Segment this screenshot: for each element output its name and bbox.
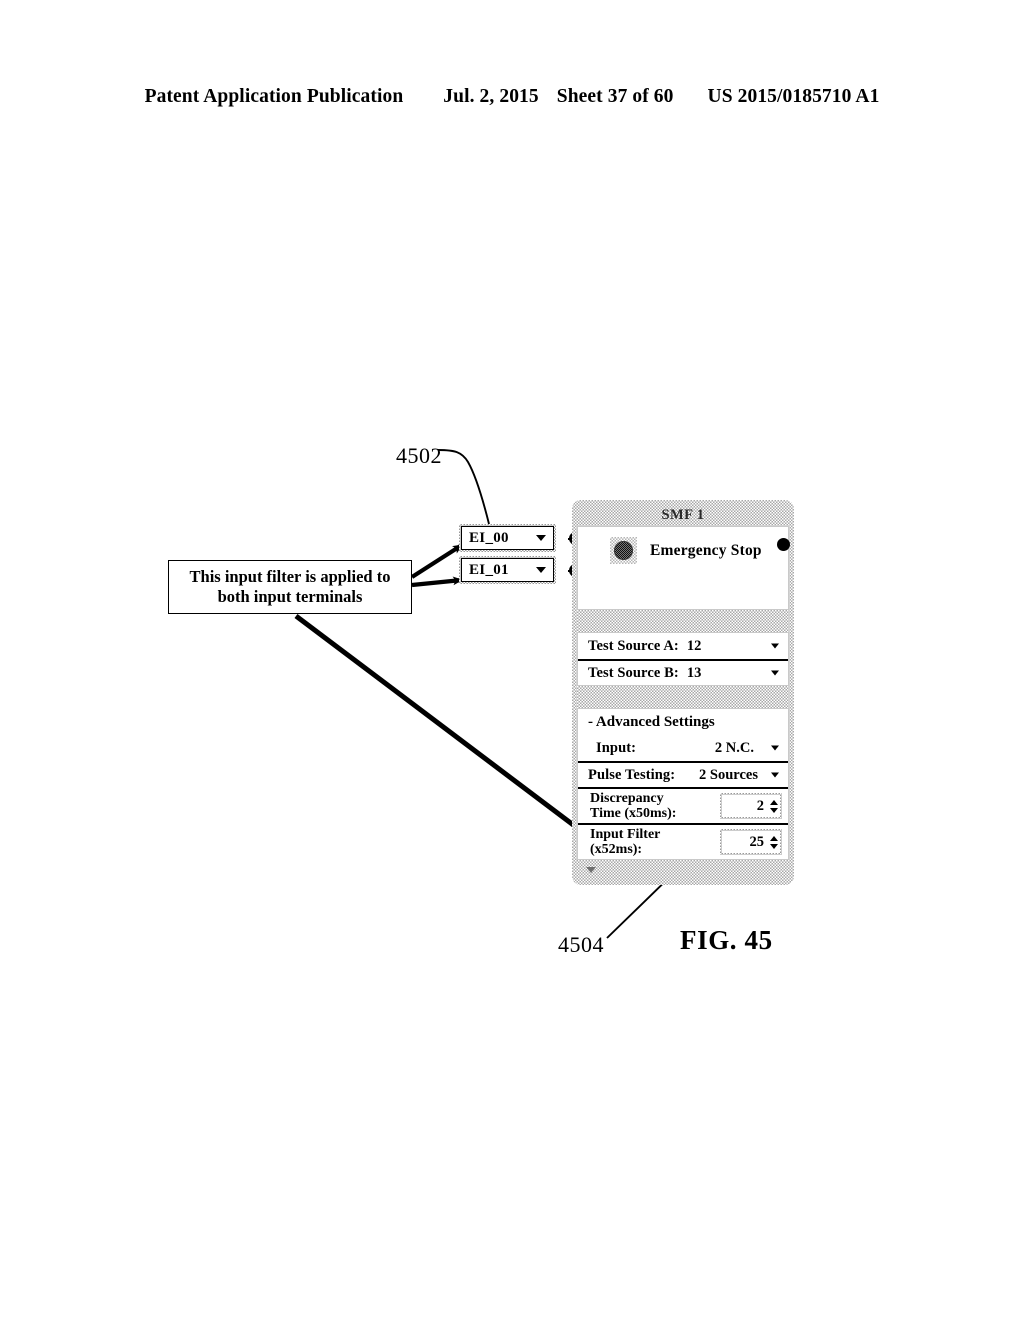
input-terminal-group: EI_00 EI_01	[459, 524, 556, 588]
terminal-label-ei01: EI_01	[469, 561, 509, 578]
discrepancy-time-label: Discrepancy Time (x50ms):	[590, 791, 677, 821]
test-source-b-label: Test Source B:	[588, 664, 679, 681]
chevron-down-icon[interactable]	[771, 772, 779, 778]
spinner-arrows[interactable]	[767, 795, 780, 817]
collapse-chevron-icon[interactable]	[586, 867, 596, 873]
test-source-a-value: 12	[686, 637, 702, 654]
terminal-label-ei00: EI_00	[469, 529, 509, 546]
input-label: Input:	[596, 739, 637, 756]
pulse-testing-value: 2 Sources	[699, 766, 758, 783]
chevron-down-icon[interactable]	[536, 535, 546, 541]
chevron-down-icon[interactable]	[771, 643, 779, 649]
figure-45: 4502 4504 FIG. 45 This input filter is a…	[0, 0, 1024, 1320]
pulse-testing-label: Pulse Testing:	[588, 766, 676, 783]
callout-line-2: both input terminals	[217, 587, 363, 606]
connection-dot-output[interactable]	[777, 538, 790, 551]
input-value: 2 N.C.	[714, 739, 754, 756]
function-block-body: Emergency Stop	[577, 526, 789, 610]
callout-note: This input filter is applied to both inp…	[168, 560, 412, 614]
discrepancy-time-stepper[interactable]: 2	[720, 793, 782, 819]
input-filter-value: 25	[749, 833, 765, 850]
figure-label: FIG. 45	[680, 925, 773, 955]
terminal-dropdown-ei01[interactable]: EI_01	[459, 556, 556, 584]
row-test-source-b[interactable]: Test Source B: 13	[578, 659, 788, 685]
leader-4502	[437, 449, 490, 525]
emergency-stop-label: Emergency Stop	[650, 542, 762, 559]
input-filter-label: Input Filter (x52ms):	[590, 827, 661, 857]
row-test-source-a[interactable]: Test Source A: 12	[578, 633, 788, 659]
spinner-arrows[interactable]	[767, 831, 780, 853]
arrow-callout-to-input-filter	[294, 614, 586, 835]
panel-title: SMF 1	[661, 507, 705, 523]
input-filter-stepper[interactable]: 25	[720, 829, 782, 855]
chevron-down-icon[interactable]	[536, 567, 546, 573]
arrow-callout-to-ei01	[411, 576, 463, 588]
emergency-stop-row[interactable]: Emergency Stop	[578, 527, 788, 609]
test-source-b-value: 13	[686, 664, 702, 681]
advanced-settings-header[interactable]: - Advanced Settings	[578, 709, 788, 735]
caret-down-icon[interactable]	[769, 807, 778, 813]
smf-panel: SMF 1 Emergency Stop Test Source A: 12 T…	[572, 500, 794, 885]
chevron-down-icon[interactable]	[771, 745, 779, 751]
caret-down-icon[interactable]	[769, 843, 778, 849]
test-source-block: Test Source A: 12 Test Source B: 13	[577, 632, 789, 686]
reference-numeral-4502: 4502	[396, 443, 442, 468]
row-input-filter[interactable]: Input Filter (x52ms): 25	[578, 823, 788, 859]
row-input[interactable]: Input: 2 N.C.	[578, 735, 788, 761]
panel-footer[interactable]	[577, 860, 789, 880]
panel-divider-middle	[577, 686, 789, 708]
terminal-dropdown-ei00[interactable]: EI_00	[459, 524, 556, 552]
arrow-callout-to-ei00	[410, 543, 464, 579]
discrepancy-time-value: 2	[756, 797, 764, 814]
callout-line-1: This input filter is applied to	[189, 567, 391, 586]
leader-lines-overlay	[294, 449, 717, 939]
test-source-a-label: Test Source A:	[588, 637, 679, 654]
panel-divider-top	[577, 610, 789, 632]
advanced-settings-block: - Advanced Settings Input: 2 N.C. Pulse …	[577, 708, 789, 860]
row-pulse-testing[interactable]: Pulse Testing: 2 Sources	[578, 761, 788, 787]
caret-up-icon[interactable]	[769, 835, 778, 841]
chevron-down-icon[interactable]	[771, 670, 779, 676]
row-discrepancy-time[interactable]: Discrepancy Time (x50ms): 2	[578, 787, 788, 823]
caret-up-icon[interactable]	[769, 799, 778, 805]
estop-button-icon	[610, 537, 637, 564]
reference-numeral-4504: 4504	[558, 932, 604, 957]
